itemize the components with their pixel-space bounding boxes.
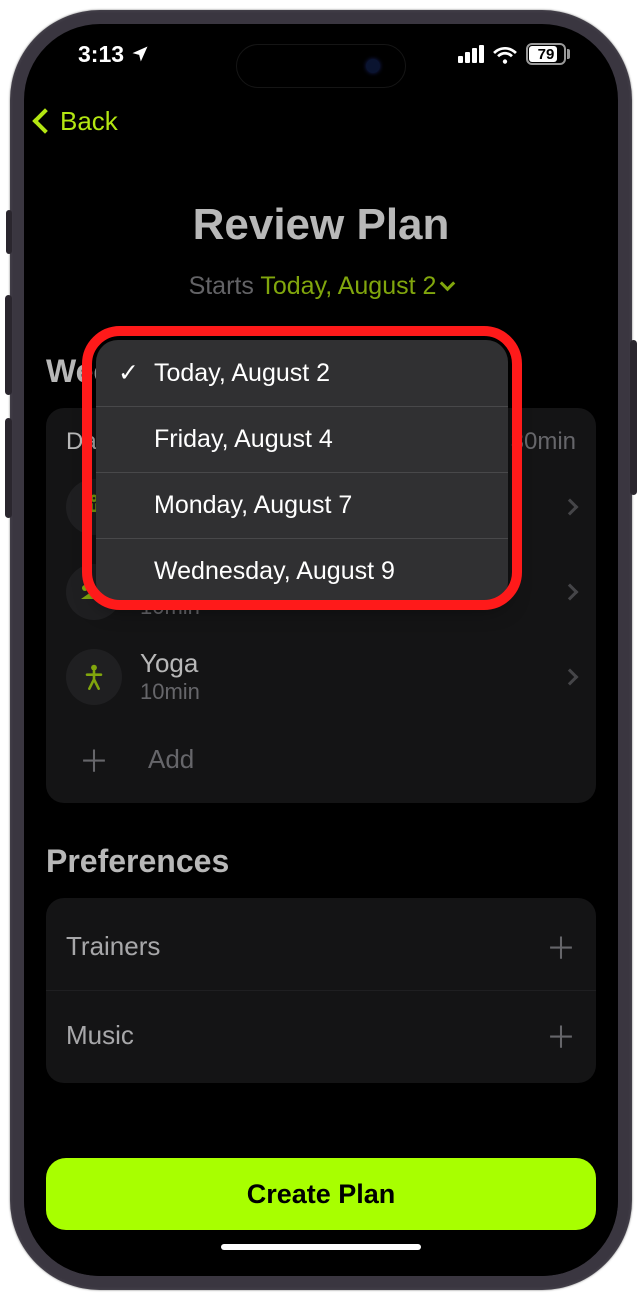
wifi-icon — [492, 44, 518, 64]
plus-icon: ＋ — [546, 924, 576, 968]
start-date-selector[interactable]: Starts Today, August 2 — [46, 272, 596, 301]
day-total-duration: 30min — [511, 428, 576, 456]
workout-row-yoga[interactable]: Yoga 10min — [46, 634, 596, 719]
preference-label: Trainers — [66, 931, 160, 962]
status-time: 3:13 — [78, 41, 124, 68]
start-date-dropdown: ✓ Today, August 2 Friday, August 4 Monda… — [96, 340, 508, 604]
chevron-left-icon — [32, 108, 57, 133]
dropdown-option-label: Today, August 2 — [154, 359, 330, 388]
chevron-right-icon — [562, 668, 579, 685]
starts-prefix: Starts — [189, 272, 261, 300]
create-plan-button[interactable]: Create Plan — [46, 1158, 596, 1230]
back-label: Back — [60, 106, 118, 137]
battery-percent: 79 — [538, 46, 555, 63]
yoga-icon — [66, 649, 122, 705]
preference-label: Music — [66, 1020, 134, 1051]
volume-down-button[interactable] — [5, 418, 12, 518]
dropdown-option[interactable]: Wednesday, August 9 — [96, 539, 508, 604]
back-button[interactable]: Back — [36, 106, 118, 137]
plus-icon: ＋ — [66, 737, 122, 781]
preferences-section-label: Preferences — [46, 843, 596, 880]
preferences-card: Trainers ＋ Music ＋ — [46, 898, 596, 1083]
dropdown-option-label: Wednesday, August 9 — [154, 557, 395, 586]
dynamic-island — [236, 44, 406, 88]
plus-icon: ＋ — [546, 1013, 576, 1057]
starts-date: Today, August 2 — [260, 272, 436, 300]
home-indicator[interactable] — [221, 1244, 421, 1250]
create-plan-label: Create Plan — [247, 1179, 396, 1210]
dropdown-option-label: Monday, August 7 — [154, 491, 352, 520]
silence-switch[interactable] — [6, 210, 12, 254]
preference-trainers[interactable]: Trainers ＋ — [46, 902, 596, 991]
dropdown-option[interactable]: Friday, August 4 — [96, 407, 508, 473]
volume-up-button[interactable] — [5, 295, 12, 395]
page-title: Review Plan — [46, 200, 596, 250]
chevron-right-icon — [562, 498, 579, 515]
add-workout-button[interactable]: ＋ Add — [46, 719, 596, 799]
location-icon — [130, 44, 150, 64]
checkmark-icon: ✓ — [118, 358, 138, 388]
chevron-right-icon — [562, 583, 579, 600]
add-label: Add — [148, 744, 194, 775]
workout-name: Yoga — [140, 648, 200, 679]
dropdown-option[interactable]: Monday, August 7 — [96, 473, 508, 539]
cellular-icon — [458, 45, 484, 63]
workout-duration: 10min — [140, 679, 200, 705]
power-button[interactable] — [630, 340, 637, 495]
dropdown-option-label: Friday, August 4 — [154, 425, 333, 454]
preference-music[interactable]: Music ＋ — [46, 991, 596, 1079]
dropdown-option[interactable]: ✓ Today, August 2 — [96, 340, 508, 407]
chevron-down-icon — [440, 276, 456, 292]
battery-icon: 79 — [526, 43, 570, 65]
